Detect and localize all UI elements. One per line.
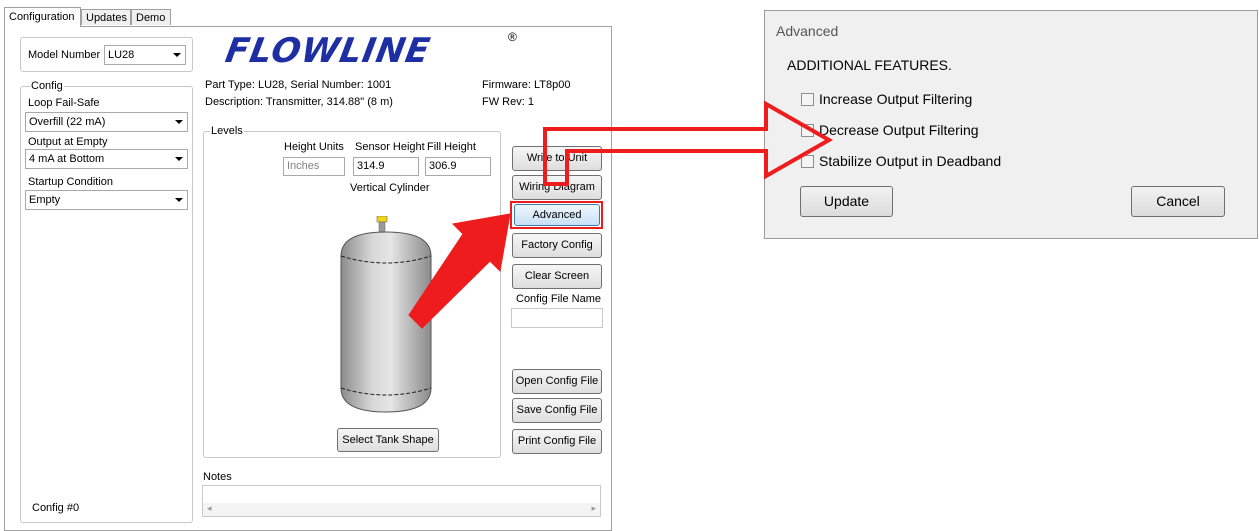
diagonal-arrow-icon [408, 213, 511, 329]
tab-configuration[interactable]: Configuration [4, 7, 81, 27]
outline-arrow-icon [543, 100, 834, 186]
annotation-arrows [408, 100, 834, 329]
